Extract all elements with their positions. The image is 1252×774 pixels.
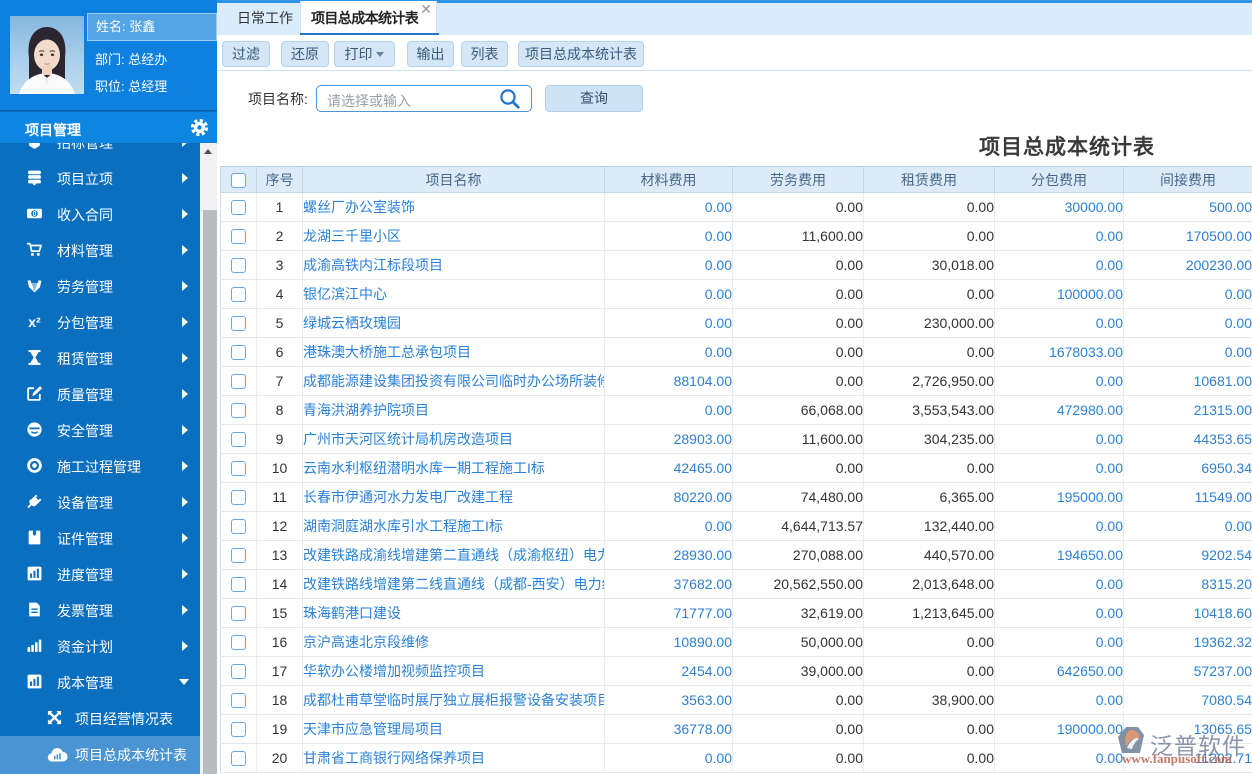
svg-text:0: 0 <box>33 211 37 218</box>
